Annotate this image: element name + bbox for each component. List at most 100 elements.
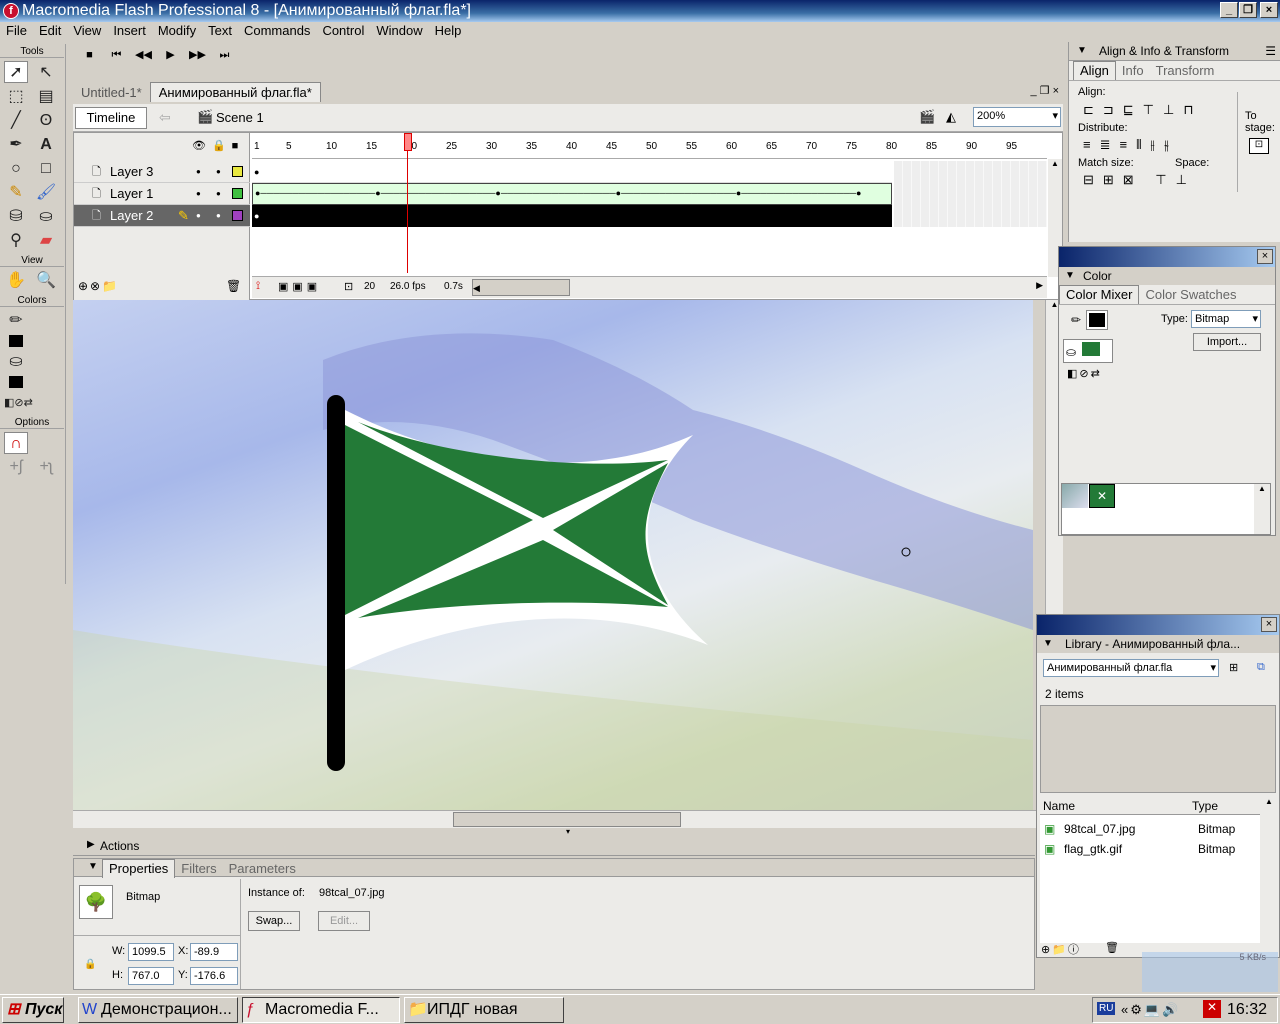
snap-magnet-icon[interactable]: ∩ xyxy=(4,432,28,454)
fill-bitmap-icon[interactable]: ⛀ xyxy=(1063,339,1113,363)
to-stage-toggle-icon[interactable]: ⊡ xyxy=(1249,138,1269,154)
rectangle-tool-icon[interactable]: □ xyxy=(34,158,58,180)
lock-icon[interactable]: 🔒 xyxy=(84,959,96,970)
hand-tool-icon[interactable]: ✋ xyxy=(4,270,28,292)
edit-scene-icon[interactable]: 🎬 xyxy=(919,109,935,125)
visibility-dot-icon[interactable]: ● xyxy=(196,161,201,183)
rewind-icon[interactable]: ⏮ xyxy=(103,44,130,66)
library-document-select[interactable]: Анимированный флаг.fla ▾ xyxy=(1043,659,1219,677)
tab-filters[interactable]: Filters xyxy=(175,860,222,878)
lock-dot-icon[interactable]: ● xyxy=(216,183,221,205)
step-back-icon[interactable]: ◀◀ xyxy=(130,44,157,66)
menu-file[interactable]: File xyxy=(0,22,33,40)
layer-outline-color[interactable] xyxy=(232,166,243,177)
gradient-transform-icon[interactable]: ▤ xyxy=(34,86,58,108)
width-field[interactable]: 1099.5 xyxy=(128,943,174,961)
delete-layer-icon[interactable]: 🗑 xyxy=(226,279,241,293)
match-space-buttons-icon[interactable]: ⊟⊞⊠ ⊤⊥ xyxy=(1083,172,1196,188)
distribute-buttons-icon[interactable]: ≡≣≡⫴⫲⫳ xyxy=(1083,137,1178,153)
center-frame-icon[interactable]: ⟟ xyxy=(256,280,260,293)
layer2-frames-selected[interactable]: ● xyxy=(252,205,892,227)
start-button[interactable]: ⊞ Пуск xyxy=(2,997,64,1023)
bitmap-swatch-flag[interactable]: ✕ xyxy=(1089,484,1115,508)
stroke-color-icon[interactable]: ✏ xyxy=(4,310,28,347)
subselection-tool-icon[interactable]: ↖ xyxy=(34,62,58,84)
tab-align[interactable]: Align xyxy=(1073,61,1116,80)
close-button[interactable]: × xyxy=(1260,2,1278,18)
new-library-panel-icon[interactable]: ⧉ xyxy=(1257,661,1265,674)
y-field[interactable]: -176.6 xyxy=(190,967,238,985)
onion-skin-icon[interactable]: ▣▣▣ xyxy=(278,280,321,293)
bitmap-swatch-list[interactable]: ✕ ▲ xyxy=(1061,483,1271,535)
lasso-tool-icon[interactable]: ʘ xyxy=(34,110,58,132)
modify-markers-icon[interactable]: ⊡ xyxy=(344,280,353,293)
frames-area[interactable]: 15101520253035404550556065707580859095 ●… xyxy=(252,133,1047,273)
layer-outline-color[interactable] xyxy=(232,210,243,221)
timeline-scrollbar-thumb[interactable]: ◀ xyxy=(472,279,570,296)
pen-tool-icon[interactable]: ✒ xyxy=(4,134,28,156)
library-new-symbol-icons[interactable]: ⊕📁ⓘ xyxy=(1041,941,1081,957)
playhead[interactable] xyxy=(404,133,416,273)
pin-library-icon[interactable]: ⊞ xyxy=(1229,661,1238,674)
go-end-icon[interactable]: ⏭ xyxy=(211,44,238,66)
scene-label[interactable]: Scene 1 xyxy=(216,110,264,125)
stage-hscrollbar[interactable] xyxy=(73,810,1045,828)
lock-dot-icon[interactable]: ● xyxy=(216,161,221,183)
layer-outline-color[interactable] xyxy=(232,188,243,199)
panel-menu-icon[interactable]: ☰ xyxy=(1265,42,1276,60)
library-item[interactable]: ▣ 98tcal_07.jpg Bitmap xyxy=(1040,819,1260,839)
zoom-select[interactable]: 200% ▾ xyxy=(973,107,1061,127)
layer-row[interactable]: 🗋 Layer 1 ● ● xyxy=(74,183,250,205)
edit-button[interactable]: Edit... xyxy=(318,911,370,931)
free-transform-icon[interactable]: ⬚ xyxy=(4,86,28,108)
bitmap-swatch-landscape[interactable] xyxy=(1062,484,1088,508)
scroll-right-icon[interactable]: ▶ xyxy=(1036,280,1043,291)
height-field[interactable]: 767.0 xyxy=(128,967,174,985)
layer-row[interactable]: 🗋 Layer 2 ✎ ● ● xyxy=(74,205,250,227)
layer-row[interactable]: 🗋 Layer 3 ● ● xyxy=(74,161,250,183)
eyedropper-icon[interactable]: ⚲ xyxy=(4,230,28,252)
paint-bucket-icon[interactable]: ⛀ xyxy=(34,206,58,228)
library-panel-header[interactable]: ▼ Library - Анимированный фла... xyxy=(1037,635,1279,653)
minimize-button[interactable]: _ xyxy=(1220,2,1238,18)
color-mode-icons[interactable]: ◧⊘⇄ xyxy=(1067,367,1102,380)
fill-color-icon[interactable]: ⛀ xyxy=(4,351,28,388)
swatch-scrollbar[interactable]: ▲ xyxy=(1254,484,1270,534)
tab-flag-document[interactable]: Анимированный флаг.fla* xyxy=(149,82,321,102)
library-col-type[interactable]: Type xyxy=(1192,799,1218,813)
taskbar-item-word[interactable]: W Демонстрацион... xyxy=(78,997,238,1023)
language-indicator[interactable]: RU xyxy=(1097,1002,1116,1015)
eraser-icon[interactable]: ▰ xyxy=(34,230,58,252)
collapse-arrow-icon[interactable]: ▼ xyxy=(88,861,98,872)
stroke-swatch[interactable] xyxy=(1086,310,1108,330)
tab-untitled[interactable]: Untitled-1* xyxy=(73,83,150,103)
tab-properties[interactable]: Properties xyxy=(102,859,176,878)
tab-color-mixer[interactable]: Color Mixer xyxy=(1059,285,1140,304)
line-tool-icon[interactable]: ╱ xyxy=(4,110,28,132)
menu-help[interactable]: Help xyxy=(429,22,468,40)
library-delete-icon[interactable]: 🗑 xyxy=(1105,941,1119,954)
restore-button[interactable]: ❐ xyxy=(1239,2,1257,18)
zoom-tool-icon[interactable]: 🔍 xyxy=(34,270,58,292)
antivirus-icon[interactable]: ✕ xyxy=(1203,1000,1221,1018)
tab-parameters[interactable]: Parameters xyxy=(223,860,302,878)
type-select[interactable]: Bitmap ▾ xyxy=(1191,310,1261,328)
stage-hscroll-thumb[interactable] xyxy=(453,812,681,827)
visibility-dot-icon[interactable]: ● xyxy=(196,183,201,205)
text-tool-icon[interactable]: A xyxy=(34,134,58,156)
step-forward-icon[interactable]: ▶▶ xyxy=(184,44,211,66)
back-arrow-icon[interactable]: ⇦ xyxy=(159,109,171,126)
swap-colors-icon[interactable]: ◧⊘⇄ xyxy=(4,392,33,414)
selection-tool-icon[interactable]: ➚ xyxy=(4,61,28,83)
oval-tool-icon[interactable]: ○ xyxy=(4,158,28,180)
pencil-tool-icon[interactable]: ✎ xyxy=(4,182,28,204)
lock-dot-icon[interactable]: ● xyxy=(216,205,221,227)
library-item[interactable]: ▣ flag_gtk.gif Bitmap xyxy=(1040,839,1260,859)
tray-icons[interactable]: «⚙💻🔊 xyxy=(1121,1002,1180,1018)
taskbar-item-flash[interactable]: ƒ Macromedia F... xyxy=(242,997,400,1023)
menu-insert[interactable]: Insert xyxy=(107,22,152,40)
layer1-tween[interactable]: ●──────────────────●──────────────────●─… xyxy=(252,183,892,205)
taskbar-item-folder[interactable]: 📁 ИПДГ новая xyxy=(404,997,564,1023)
menu-window[interactable]: Window xyxy=(370,22,428,40)
document-window-controls-icon[interactable]: _ ❐ × xyxy=(1030,84,1059,97)
